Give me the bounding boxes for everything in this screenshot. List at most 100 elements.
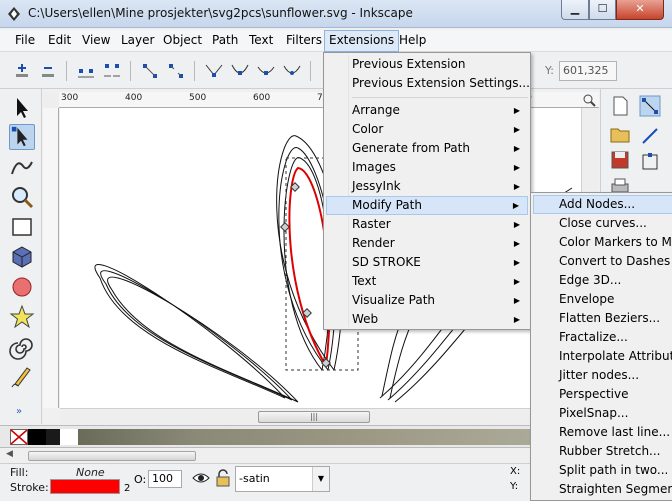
close-button[interactable]: ✕	[616, 0, 664, 20]
snap-nodes-icon[interactable]	[639, 95, 661, 117]
menu-item-raster[interactable]: Raster ▶	[326, 215, 528, 234]
submenu-item-straighten-segments[interactable]: Straighten Segments...	[533, 480, 672, 499]
menu-item-jessyink[interactable]: JessyInk ▶	[326, 177, 528, 196]
dark-swatch[interactable]	[46, 429, 60, 445]
menu-filters[interactable]: Filters	[282, 30, 326, 52]
star-tool-icon[interactable]	[9, 304, 35, 330]
more-tools-icon[interactable]: »	[16, 406, 22, 417]
menu-item-web[interactable]: Web ▶	[326, 310, 528, 329]
open-file-icon[interactable]	[609, 123, 631, 145]
node-cusp-icon[interactable]	[204, 61, 224, 81]
menu-path[interactable]: Path	[208, 30, 242, 52]
stroke-color-swatch[interactable]	[50, 479, 120, 494]
submenu-item-jitter-nodes[interactable]: Jitter nodes...	[533, 366, 672, 385]
join-nodes-icon[interactable]	[76, 61, 96, 81]
submenu-item-split-path[interactable]: Split path in two...	[533, 461, 672, 480]
submenu-item-fractalize[interactable]: Fractalize...	[533, 328, 672, 347]
palette-scroll-thumb[interactable]	[28, 451, 196, 461]
submenu-arrow-icon: ▶	[513, 163, 520, 172]
white-swatch[interactable]	[60, 429, 78, 445]
3d-box-tool-icon[interactable]	[9, 244, 35, 270]
menu-item-visualize-path[interactable]: Visualize Path ▶	[326, 291, 528, 310]
node-symmetric-icon[interactable]	[256, 61, 276, 81]
menu-item-label: Visualize Path	[352, 293, 436, 307]
new-document-icon[interactable]	[609, 95, 631, 117]
opacity-input[interactable]: 100	[148, 470, 182, 488]
add-node-icon[interactable]	[12, 61, 32, 81]
submenu-arrow-icon: ▶	[513, 106, 520, 115]
menu-edit[interactable]: Edit	[44, 30, 75, 52]
horizontal-scroll-thumb[interactable]: |||	[258, 411, 370, 423]
menu-item-render[interactable]: Render ▶	[326, 234, 528, 253]
break-path-icon[interactable]	[102, 61, 122, 81]
y-coordinate-input[interactable]: 601,325	[559, 61, 617, 81]
join-segment-icon[interactable]	[140, 61, 160, 81]
submenu-item-perspective[interactable]: Perspective	[533, 385, 672, 404]
menu-item-modify-path[interactable]: Modify Path ▶	[326, 196, 528, 215]
menu-item-label: Text	[352, 274, 377, 288]
current-layer-select[interactable]: -satin ▼	[235, 466, 330, 492]
menu-item-previous-extension[interactable]: Previous Extension	[326, 55, 528, 74]
menu-view[interactable]: View	[78, 30, 114, 52]
submenu-item-rubber-stretch[interactable]: Rubber Stretch...	[533, 442, 672, 461]
ellipse-tool-icon[interactable]	[9, 274, 35, 300]
submenu-item-envelope[interactable]: Envelope	[533, 290, 672, 309]
menu-item-color[interactable]: Color ▶	[326, 120, 528, 139]
menu-item-arrange[interactable]: Arrange ▶	[326, 101, 528, 120]
y-coordinate-label: Y:	[545, 64, 554, 77]
menu-item-previous-extension-settings[interactable]: Previous Extension Settings...	[326, 74, 530, 93]
delete-node-icon[interactable]	[38, 61, 58, 81]
minimize-icon: ▁	[570, 2, 580, 15]
menu-object[interactable]: Object	[159, 30, 206, 52]
minimize-button[interactable]: ▁	[561, 0, 589, 20]
zoom-correction-icon[interactable]	[581, 93, 599, 107]
menu-item-label: Raster	[352, 217, 391, 231]
scroll-left-icon[interactable]: ◀	[6, 449, 13, 459]
submenu-item-add-nodes[interactable]: Add Nodes...	[533, 195, 672, 214]
menu-file[interactable]: File	[11, 30, 39, 52]
window-title: C:\Users\ellen\Mine prosjekter\svg2pcs\s…	[28, 6, 413, 20]
submenu-item-color-markers[interactable]: Color Markers to Match Stroke	[533, 233, 672, 252]
menu-layer[interactable]: Layer	[117, 30, 158, 52]
node-smooth-icon[interactable]	[230, 61, 250, 81]
menu-help[interactable]: Help	[395, 30, 430, 52]
submenu-item-close-curves[interactable]: Close curves...	[533, 214, 672, 233]
submenu-arrow-icon: ▶	[513, 315, 520, 324]
lock-icon[interactable]	[214, 469, 232, 487]
save-icon[interactable]	[609, 149, 631, 171]
submenu-item-convert-to-dashes[interactable]: Convert to Dashes	[533, 252, 672, 271]
snap-midpoints-icon[interactable]	[639, 151, 661, 173]
fill-value[interactable]: None	[76, 466, 105, 479]
submenu-item-pixelsnap[interactable]: PixelSnap...	[533, 404, 672, 423]
maximize-button[interactable]: ☐	[589, 0, 616, 20]
toolbar-separator	[130, 61, 131, 81]
no-paint-swatch[interactable]	[10, 429, 28, 445]
black-swatch[interactable]	[28, 429, 46, 445]
menu-item-text[interactable]: Text ▶	[326, 272, 528, 291]
menu-item-label: SD STROKE	[352, 255, 421, 269]
node-tool-icon[interactable]	[9, 124, 35, 150]
menu-item-images[interactable]: Images ▶	[326, 158, 528, 177]
zoom-tool-icon[interactable]	[9, 184, 35, 210]
snap-bbox-icon[interactable]	[639, 125, 661, 147]
vertical-ruler[interactable]	[43, 108, 59, 408]
selector-tool-icon[interactable]	[9, 95, 35, 121]
menu-text[interactable]: Text	[245, 30, 277, 52]
horizontal-scrollbar[interactable]: |||	[60, 408, 600, 425]
submenu-item-remove-last-line[interactable]: Remove last line...	[533, 423, 672, 442]
rectangle-tool-icon[interactable]	[9, 214, 35, 240]
submenu-item-flatten-beziers[interactable]: Flatten Beziers...	[533, 309, 672, 328]
menu-extensions[interactable]: Extensions	[324, 30, 400, 52]
submenu-item-edge-3d[interactable]: Edge 3D...	[533, 271, 672, 290]
submenu-item-interpolate-attribute[interactable]: Interpolate Attribute in a group...	[533, 347, 672, 366]
delete-segment-icon[interactable]	[166, 61, 186, 81]
tweak-tool-icon[interactable]	[9, 154, 35, 180]
eye-visibility-icon[interactable]	[192, 469, 210, 487]
node-auto-smooth-icon[interactable]	[282, 61, 302, 81]
menu-item-sd-stroke[interactable]: SD STROKE ▶	[326, 253, 528, 272]
pencil-tool-icon[interactable]	[9, 364, 35, 390]
stroke-width-value[interactable]: 2	[124, 483, 130, 494]
ruler-label: 500	[189, 93, 207, 103]
spiral-tool-icon[interactable]	[9, 334, 35, 360]
menu-item-generate-from-path[interactable]: Generate from Path ▶	[326, 139, 528, 158]
